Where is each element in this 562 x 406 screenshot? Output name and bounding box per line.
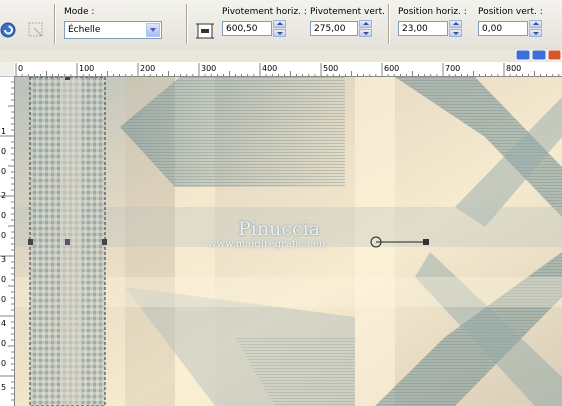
ruler-ticks: 1 0 0 2 0 0 3 0 0 4 0 0 5 xyxy=(0,76,14,401)
transform-disabled-icon[interactable] xyxy=(26,20,46,40)
ruler-label: 2 xyxy=(1,191,6,200)
ruler-label: 500 xyxy=(323,64,338,73)
ruler-label: 300 xyxy=(201,64,216,73)
position-horizontal-spinner[interactable] xyxy=(449,20,462,38)
ruler-label: 0 xyxy=(1,339,6,348)
ruler-label: 0 xyxy=(1,167,6,176)
ruler-label: 0 xyxy=(1,147,6,156)
ruler-label: 100 xyxy=(79,64,94,73)
position-horizontal-label: Position horiz. : xyxy=(398,7,467,17)
ruler-label: 600 xyxy=(384,64,399,73)
pivot-horizontal-spinner[interactable] xyxy=(273,20,286,38)
watermark-url: www.maidiregrafica.eu xyxy=(208,239,326,250)
watermark-title: Pinuccia xyxy=(238,218,321,240)
mode-value: Échelle xyxy=(68,25,101,35)
ruler-label: 200 xyxy=(140,64,155,73)
horizontal-ruler: 0 100 200 300 400 500 600 700 800 xyxy=(14,62,562,77)
position-horizontal-input[interactable]: 23,00 xyxy=(398,21,448,36)
pivot-horizontal-input[interactable]: 600,50 xyxy=(222,21,272,36)
separator xyxy=(54,4,55,44)
ruler-corner xyxy=(0,62,15,77)
tool-options-toolbar: Mode : Échelle Pivotement horiz. : 600,5… xyxy=(0,0,562,51)
ruler-label: 1 xyxy=(1,127,6,136)
ruler-label: 5 xyxy=(1,383,6,392)
pivot-point-icon[interactable] xyxy=(195,21,215,41)
reset-icon[interactable] xyxy=(0,20,20,40)
image-window-titlebar xyxy=(0,50,562,62)
position-vertical-spinner[interactable] xyxy=(529,20,542,38)
ruler-label: 0 xyxy=(18,64,23,73)
position-vertical-input[interactable]: 0,00 xyxy=(478,21,528,36)
ruler-label: 400 xyxy=(262,64,277,73)
ruler-label: 700 xyxy=(445,64,460,73)
separator xyxy=(388,4,389,44)
separator xyxy=(186,4,187,44)
ruler-label: 4 xyxy=(1,319,6,328)
window-controls[interactable] xyxy=(514,50,562,62)
ruler-label: 0 xyxy=(1,359,6,368)
chevron-down-icon[interactable] xyxy=(146,23,160,37)
mode-label: Mode : xyxy=(64,7,95,17)
pivot-horizontal-label: Pivotement horiz. : xyxy=(222,7,307,17)
pivot-vertical-input[interactable]: 275,00 xyxy=(310,21,358,36)
position-vertical-label: Position vert. : xyxy=(478,7,543,17)
ruler-label: 800 xyxy=(506,64,521,73)
pivot-vertical-label: Pivotement vert. : xyxy=(310,7,391,17)
mode-select[interactable]: Échelle xyxy=(64,21,162,39)
image-canvas[interactable]: Pinuccia www.maidiregrafica.eu xyxy=(15,77,562,406)
ruler-label: 0 xyxy=(1,211,6,220)
ruler-label: 0 xyxy=(1,275,6,284)
ruler-label: 3 xyxy=(1,255,6,264)
pivot-vertical-spinner[interactable] xyxy=(359,20,372,38)
vertical-ruler: 1 0 0 2 0 0 3 0 0 4 0 0 5 xyxy=(0,76,15,406)
ruler-label: 0 xyxy=(1,295,6,304)
ruler-label: 0 xyxy=(1,231,6,240)
ruler-ticks: 0 100 200 300 400 500 600 700 800 xyxy=(15,63,560,76)
